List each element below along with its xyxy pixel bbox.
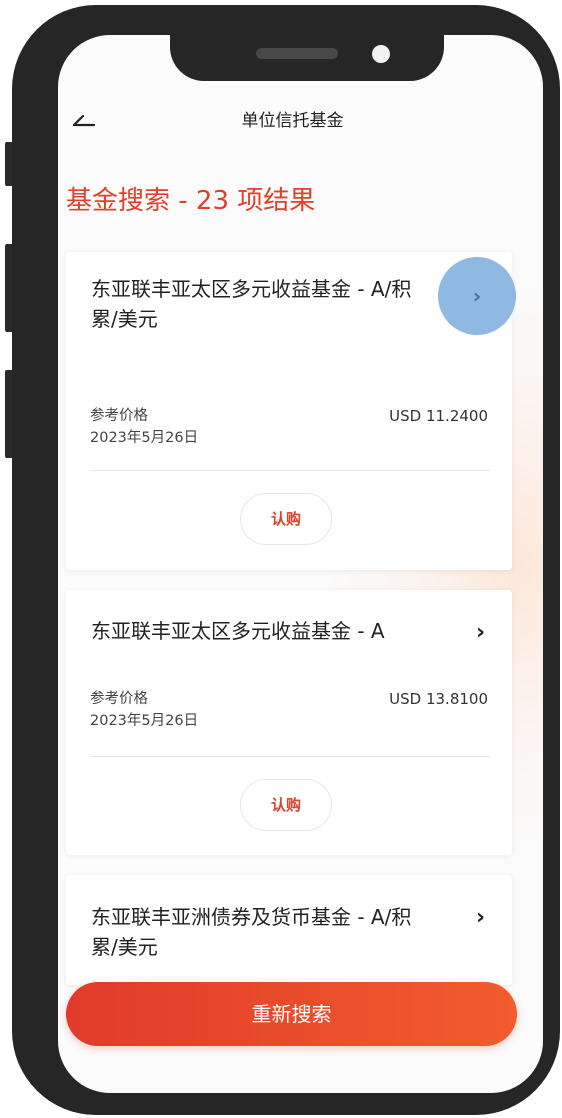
price-label: 参考价格 bbox=[90, 408, 148, 424]
page-title: 单位信托基金 bbox=[241, 111, 344, 131]
chevron-glyph: › bbox=[472, 284, 482, 308]
fund-name: 东亚联丰亚洲债券及货币基金 - A/积累/美元 bbox=[91, 905, 412, 959]
price-date: 2023年5月26日 bbox=[90, 713, 199, 729]
fund-card[interactable]: 东亚联丰亚太区多元收益基金 - A › 参考价格 2023年5月26日 USD … bbox=[66, 590, 512, 855]
fund-name: 东亚联丰亚太区多元收益基金 - A bbox=[91, 619, 385, 643]
results-heading: 基金搜索 - 23 项结果 bbox=[66, 186, 316, 216]
price-date: 2023年5月26日 bbox=[90, 430, 199, 446]
research-button[interactable]: 重新搜索 bbox=[66, 982, 517, 1046]
price-value: USD 11.2400 bbox=[389, 407, 488, 425]
fund-card[interactable]: 东亚联丰亚洲债券及货币基金 - A/积累/美元 › bbox=[66, 875, 512, 985]
price-label: 参考价格 bbox=[90, 691, 148, 707]
camera bbox=[372, 45, 390, 63]
fund-card[interactable]: 东亚联丰亚太区多元收益基金 - A/积累/美元 › 参考价格 2023年5月26… bbox=[66, 252, 516, 570]
divider bbox=[90, 470, 490, 471]
speaker bbox=[256, 48, 338, 59]
notch bbox=[170, 35, 444, 81]
device-mockup: 单位信托基金 基金搜索 - 23 项结果 东亚联丰亚太区多元收益基金 - A/积… bbox=[0, 0, 562, 1118]
back-arrow-icon[interactable] bbox=[70, 108, 98, 130]
divider bbox=[90, 756, 490, 757]
subscribe-button[interactable]: 认购 bbox=[240, 779, 332, 831]
chevron-right-icon[interactable]: › bbox=[476, 620, 485, 645]
chevron-right-icon[interactable]: › bbox=[476, 905, 485, 930]
chevron-right-icon[interactable]: › bbox=[438, 257, 516, 335]
fund-name: 东亚联丰亚太区多元收益基金 - A/积累/美元 bbox=[91, 277, 412, 331]
price-value: USD 13.8100 bbox=[389, 690, 488, 708]
subscribe-button[interactable]: 认购 bbox=[240, 493, 332, 545]
